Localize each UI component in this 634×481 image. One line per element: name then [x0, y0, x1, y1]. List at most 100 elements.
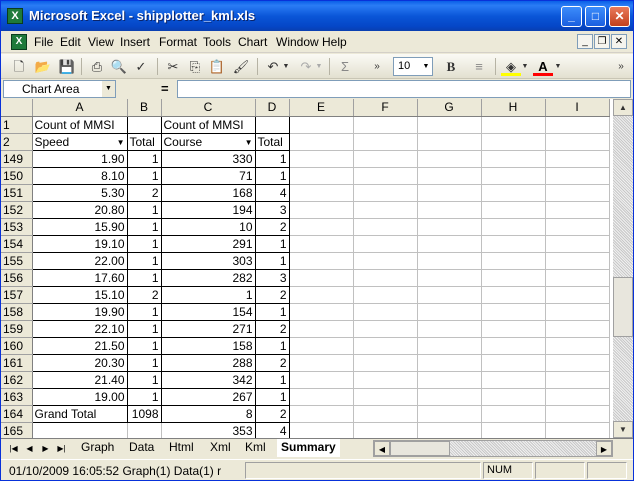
tab-kml[interactable]: Kml — [245, 439, 266, 457]
worksheet-grid[interactable]: A B C D E F G H I 1 Count of MMSI Count of… — [1, 99, 613, 438]
next-sheet-icon[interactable]: ▶ — [39, 441, 52, 456]
cell-d[interactable]: 1 — [254, 251, 290, 270]
empty-cell[interactable] — [545, 235, 610, 253]
empty-cell[interactable] — [353, 167, 418, 185]
empty-cell[interactable] — [353, 150, 418, 168]
cell-b[interactable]: 2 — [126, 183, 162, 202]
scroll-right-icon[interactable]: ▶ — [596, 441, 612, 456]
row-header[interactable]: 152 — [1, 201, 33, 219]
cell-c[interactable]: 282 — [160, 268, 256, 287]
empty-cell[interactable] — [545, 286, 610, 304]
empty-cell[interactable] — [545, 150, 610, 168]
empty-cell[interactable] — [417, 422, 482, 438]
row-header[interactable]: 153 — [1, 218, 33, 236]
empty-cell[interactable] — [481, 303, 546, 321]
cell-c[interactable]: Course ▼ — [160, 132, 256, 151]
row-header[interactable]: 162 — [1, 371, 33, 389]
menu-chart[interactable]: Chart — [238, 35, 267, 49]
menu-help[interactable]: Help — [322, 35, 347, 49]
cell-b[interactable]: 1 — [126, 353, 162, 372]
formula-input[interactable] — [177, 80, 631, 98]
empty-cell[interactable] — [481, 116, 546, 134]
column-header[interactable]: F — [353, 99, 418, 117]
cell-d[interactable]: 3 — [254, 268, 290, 287]
pivot-field-dropdown-icon[interactable]: ▼ — [245, 138, 253, 147]
empty-cell[interactable] — [481, 201, 546, 219]
empty-cell[interactable] — [481, 354, 546, 372]
cell-a[interactable]: 15.10 — [31, 285, 128, 304]
empty-cell[interactable] — [417, 371, 482, 389]
empty-cell[interactable] — [545, 303, 610, 321]
empty-cell[interactable] — [417, 150, 482, 168]
font-color-dropdown-icon[interactable]: ▼ — [553, 57, 563, 76]
cell-a[interactable]: 8.10 — [31, 166, 128, 185]
empty-cell[interactable] — [481, 286, 546, 304]
cell-c[interactable]: 194 — [160, 200, 256, 219]
empty-cell[interactable] — [481, 218, 546, 236]
empty-cell[interactable] — [417, 133, 482, 151]
cell-d[interactable]: 2 — [254, 217, 290, 236]
vertical-scrollbar[interactable]: ▲ ▼ — [613, 99, 633, 438]
menu-format[interactable]: Format — [159, 35, 197, 49]
empty-cell[interactable] — [289, 133, 354, 151]
cell-d[interactable]: 2 — [254, 404, 290, 423]
column-header[interactable]: D — [255, 99, 290, 117]
row-header[interactable]: 160 — [1, 337, 33, 355]
empty-cell[interactable] — [481, 337, 546, 355]
close-button[interactable]: ✕ — [609, 6, 630, 27]
empty-cell[interactable] — [417, 269, 482, 287]
cell-b[interactable]: 1 — [126, 387, 162, 406]
cell-a[interactable]: Count of MMSI — [31, 115, 128, 134]
last-sheet-icon[interactable]: ▶| — [55, 441, 68, 456]
empty-cell[interactable] — [289, 354, 354, 372]
cell-a[interactable]: 15.90 — [31, 217, 128, 236]
cell-c[interactable]: 353 — [160, 421, 256, 438]
cell-a[interactable]: 22.00 — [31, 251, 128, 270]
cell-d[interactable]: 1 — [254, 166, 290, 185]
empty-cell[interactable] — [353, 116, 418, 134]
row-header[interactable]: 2 — [1, 133, 33, 151]
workbook-icon[interactable]: X — [11, 34, 27, 50]
empty-cell[interactable] — [481, 133, 546, 151]
empty-cell[interactable] — [289, 167, 354, 185]
doc-close-button[interactable]: ✕ — [611, 34, 627, 49]
format-painter-icon[interactable]: 🖌 — [231, 57, 251, 76]
menu-file[interactable]: File — [34, 35, 53, 49]
row-header[interactable]: 165 — [1, 422, 33, 438]
cell-d[interactable]: Total — [254, 132, 290, 151]
cell-d[interactable] — [254, 115, 290, 134]
empty-cell[interactable] — [417, 388, 482, 406]
print-icon[interactable]: ⎙ — [87, 57, 107, 76]
empty-cell[interactable] — [353, 354, 418, 372]
empty-cell[interactable] — [417, 184, 482, 202]
cell-d[interactable]: 2 — [254, 319, 290, 338]
cell-c[interactable]: 154 — [160, 302, 256, 321]
cell-a[interactable]: 20.80 — [31, 200, 128, 219]
cell-a[interactable]: 1.90 — [31, 149, 128, 168]
cell-a[interactable]: 19.00 — [31, 387, 128, 406]
cell-d[interactable]: 4 — [254, 183, 290, 202]
empty-cell[interactable] — [289, 252, 354, 270]
tab-summary[interactable]: Summary — [277, 439, 340, 457]
empty-cell[interactable] — [353, 218, 418, 236]
cell-b[interactable]: 1 — [126, 251, 162, 270]
empty-cell[interactable] — [417, 252, 482, 270]
doc-minimize-button[interactable]: _ — [577, 34, 593, 49]
toolbar-options-icon[interactable]: » — [371, 57, 383, 76]
first-sheet-icon[interactable]: |◀ — [7, 441, 20, 456]
empty-cell[interactable] — [545, 354, 610, 372]
empty-cell[interactable] — [353, 201, 418, 219]
cell-d[interactable]: 3 — [254, 200, 290, 219]
empty-cell[interactable] — [289, 303, 354, 321]
cell-d[interactable]: 2 — [254, 353, 290, 372]
empty-cell[interactable] — [353, 388, 418, 406]
column-header[interactable]: A — [32, 99, 128, 117]
tab-xml[interactable]: Xml — [210, 439, 231, 457]
empty-cell[interactable] — [481, 320, 546, 338]
prev-sheet-icon[interactable]: ◀ — [23, 441, 36, 456]
menu-tools[interactable]: Tools — [203, 35, 231, 49]
cell-a[interactable]: 22.10 — [31, 319, 128, 338]
open-icon[interactable]: 📂 — [33, 57, 53, 76]
cell-a[interactable]: 17.60 — [31, 268, 128, 287]
empty-cell[interactable] — [545, 320, 610, 338]
